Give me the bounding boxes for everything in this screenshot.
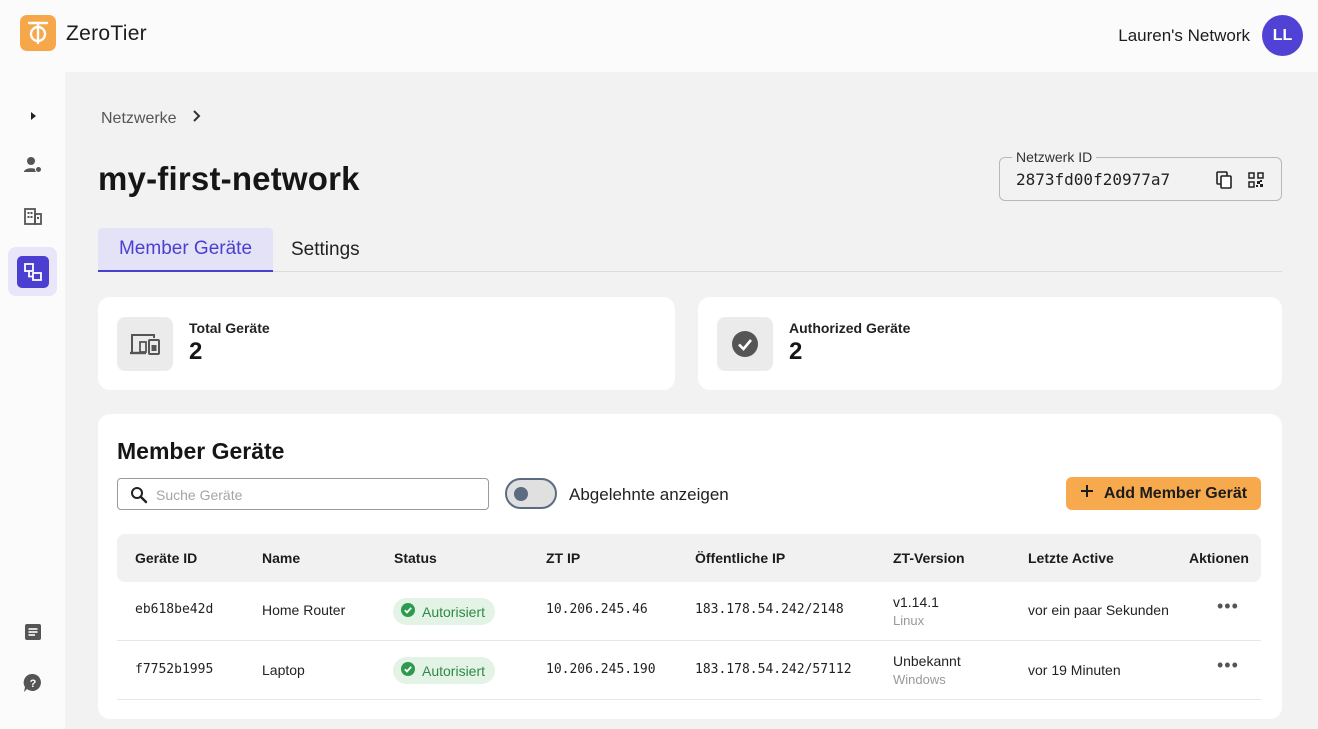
- more-actions-icon[interactable]: •••: [1217, 655, 1239, 676]
- stat-value: 2: [189, 338, 203, 365]
- check-circle-icon: [401, 603, 415, 620]
- column-header: Aktionen: [1189, 550, 1249, 566]
- tab-member-devices[interactable]: Member Geräte: [98, 228, 273, 272]
- zerotier-logo-icon[interactable]: [20, 15, 56, 51]
- status-badge: Autorisiert: [393, 598, 496, 625]
- add-member-button[interactable]: Add Member Gerät: [1066, 477, 1261, 510]
- device-name: Home Router: [262, 602, 346, 618]
- table-header: Geräte ID Name Status ZT IP Öffentliche …: [117, 534, 1261, 582]
- app-title: ZeroTier: [66, 22, 147, 45]
- breadcrumb-networks-link[interactable]: Netzwerke: [101, 110, 177, 128]
- column-header[interactable]: Geräte ID: [135, 550, 197, 566]
- device-id: f7752b1995: [135, 662, 214, 677]
- device-id: eb618be42d: [135, 602, 214, 617]
- search-input[interactable]: [156, 484, 476, 506]
- tab-settings[interactable]: Settings: [291, 228, 360, 272]
- device-name: Laptop: [262, 662, 305, 678]
- column-header[interactable]: ZT-Version: [893, 550, 965, 566]
- more-actions-icon[interactable]: •••: [1217, 596, 1239, 617]
- sidebar: ?: [0, 72, 65, 729]
- chevron-right-icon: [191, 109, 203, 128]
- table-row[interactable]: eb618be42d Home Router Autorisiert 10.20…: [117, 582, 1261, 641]
- copy-icon[interactable]: [1213, 169, 1235, 191]
- svg-text:?: ?: [29, 678, 36, 690]
- members-panel: Member Geräte Abgelehnte anzeigen Add Me…: [98, 414, 1282, 719]
- breadcrumb: Netzwerke: [101, 109, 203, 128]
- network-icon: [16, 255, 49, 288]
- qr-code-icon[interactable]: [1245, 169, 1267, 191]
- public-ip: 183.178.54.242/57112: [695, 662, 852, 677]
- stat-label: Authorized Geräte: [789, 320, 911, 336]
- stat-card-total: Total Geräte 2: [98, 297, 675, 390]
- stat-label: Total Geräte: [189, 320, 270, 336]
- plus-icon: [1080, 484, 1094, 503]
- user-settings-icon: [23, 155, 43, 180]
- last-active: vor 19 Minuten: [1028, 662, 1121, 678]
- tabs: Member Geräte Settings: [98, 228, 1282, 272]
- stat-value: 2: [789, 338, 803, 365]
- top-bar: ZeroTier Lauren's Network LL: [0, 0, 1318, 72]
- network-id-value: 2873fd00f20977a7: [1016, 170, 1171, 189]
- sidebar-item-docs[interactable]: [8, 610, 57, 659]
- building-icon: [23, 206, 43, 231]
- sidebar-item-organization[interactable]: [8, 194, 57, 243]
- check-circle-icon: [401, 662, 415, 679]
- sidebar-item-users[interactable]: [8, 143, 57, 192]
- check-circle-icon: [717, 317, 773, 371]
- os-name: Linux: [893, 613, 925, 628]
- status-text: Autorisiert: [422, 662, 486, 679]
- zt-ip: 10.206.245.46: [546, 602, 648, 617]
- chevron-right-icon: [28, 108, 38, 126]
- account-network-name[interactable]: Lauren's Network: [1118, 26, 1250, 46]
- status-text: Autorisiert: [422, 603, 486, 620]
- zt-version: v1.14.1: [893, 594, 939, 610]
- sidebar-item-help[interactable]: ?: [8, 661, 57, 710]
- add-member-button-label: Add Member Gerät: [1103, 484, 1248, 502]
- show-rejected-label: Abgelehnte anzeigen: [569, 485, 729, 504]
- help-icon: ?: [23, 673, 43, 698]
- stat-card-authorized: Authorized Geräte 2: [698, 297, 1282, 390]
- os-name: Windows: [893, 672, 946, 687]
- table-row[interactable]: f7752b1995 Laptop Autorisiert 10.206.245…: [117, 641, 1261, 700]
- sidebar-item-networks[interactable]: [8, 247, 57, 296]
- members-title: Member Geräte: [117, 438, 285, 464]
- zt-version: Unbekannt: [893, 653, 961, 669]
- last-active: vor ein paar Sekunden: [1028, 602, 1169, 618]
- public-ip: 183.178.54.242/2148: [695, 602, 844, 617]
- status-badge: Autorisiert: [393, 657, 496, 684]
- document-icon: [24, 623, 42, 646]
- column-header[interactable]: Name: [262, 550, 300, 566]
- show-rejected-toggle[interactable]: [505, 478, 557, 509]
- toggle-knob: [514, 487, 528, 501]
- column-header[interactable]: ZT IP: [546, 550, 580, 566]
- search-icon: [130, 486, 148, 504]
- network-id-field: Netzwerk ID 2873fd00f20977a7: [999, 149, 1282, 201]
- sidebar-expand-button[interactable]: [8, 92, 57, 141]
- network-id-label: Netzwerk ID: [1012, 149, 1097, 165]
- column-header[interactable]: Status: [394, 550, 437, 566]
- search-field[interactable]: [117, 478, 489, 510]
- column-header[interactable]: Letzte Active: [1028, 550, 1114, 566]
- column-header[interactable]: Öffentliche IP: [695, 550, 785, 566]
- devices-icon: [117, 317, 173, 371]
- page-title: my-first-network: [98, 160, 360, 197]
- avatar[interactable]: LL: [1262, 15, 1303, 56]
- zt-ip: 10.206.245.190: [546, 662, 656, 677]
